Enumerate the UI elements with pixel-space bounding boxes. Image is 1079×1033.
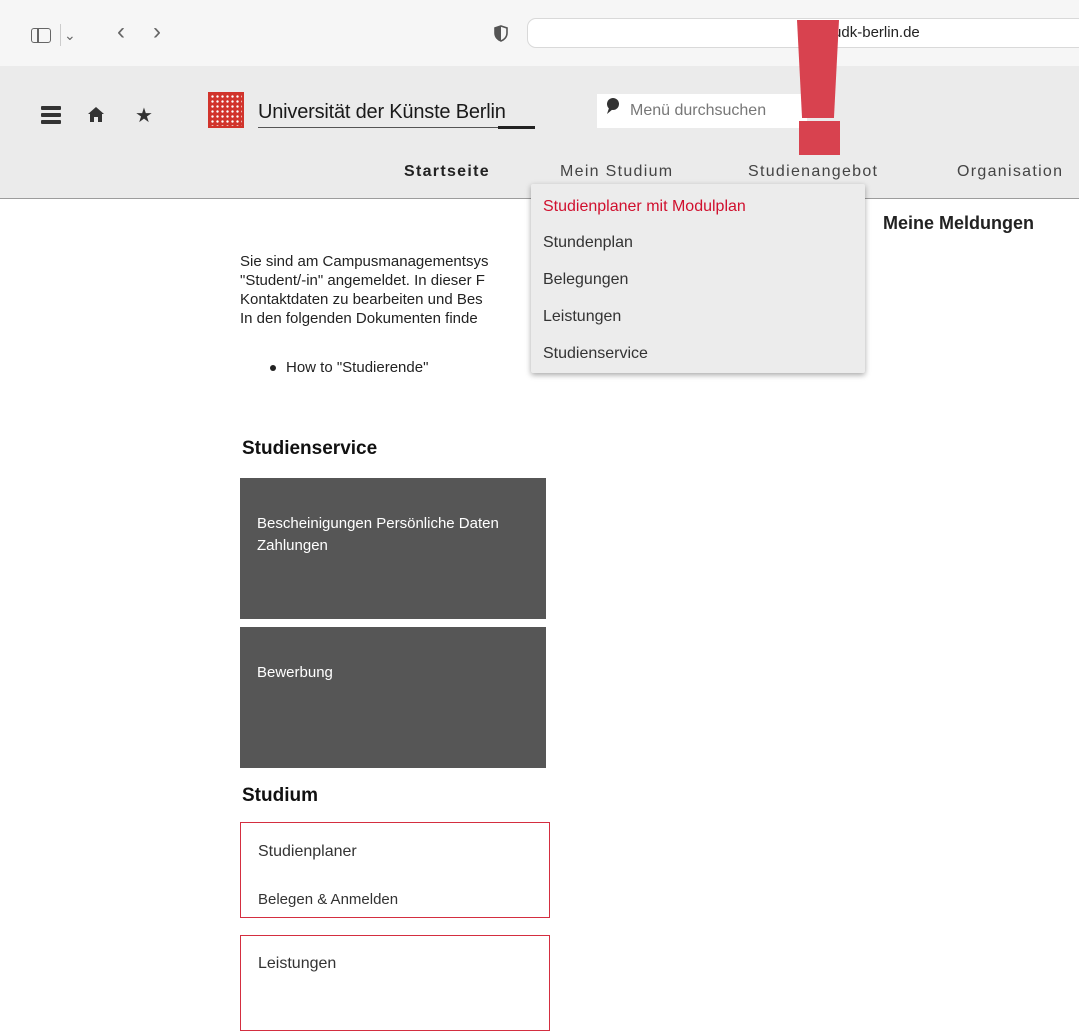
nav-studienangebot[interactable]: Studienangebot bbox=[748, 163, 878, 181]
search-icon bbox=[605, 97, 621, 120]
tile-bewerbung[interactable]: Bewerbung bbox=[240, 627, 546, 768]
home-icon[interactable] bbox=[87, 106, 105, 128]
sidebar-icon[interactable] bbox=[31, 28, 51, 43]
how-to-link[interactable]: How to "Studierende" bbox=[286, 359, 428, 376]
studium-heading: Studium bbox=[242, 785, 318, 806]
star-icon[interactable]: ★ bbox=[135, 103, 153, 128]
intro-line-4: In den folgenden Dokumenten finde bbox=[240, 310, 478, 327]
bullet-dot bbox=[270, 365, 276, 371]
udk-logo-pattern bbox=[210, 94, 242, 126]
site-header bbox=[0, 66, 1079, 199]
tile-leistungen[interactable]: Leistungen bbox=[240, 935, 550, 1031]
tile-studienplaner-sub[interactable]: Belegen & Anmelden bbox=[258, 891, 398, 908]
nav-mein-studium[interactable]: Mein Studium bbox=[560, 163, 673, 181]
messages-heading: Meine Meldungen bbox=[883, 213, 1035, 233]
title-underline-accent bbox=[498, 126, 535, 129]
studienservice-heading: Studienservice bbox=[242, 438, 378, 459]
intro-line-3: Kontaktdaten zu bearbeiten und Bes bbox=[240, 291, 483, 308]
tile-bewerbung-label: Bewerbung bbox=[257, 664, 333, 681]
tile-bescheinigungen-label: Bescheinigungen Persönliche Daten Zahlun… bbox=[257, 515, 499, 554]
exclamation-mark-bar bbox=[797, 20, 839, 118]
shield-icon[interactable] bbox=[494, 25, 508, 42]
intro-line-2: "Student/-in" angemeldet. In dieser F bbox=[240, 272, 485, 289]
intro-line-1: Sie sind am Campusmanagementsys bbox=[240, 253, 489, 270]
exclamation-mark-dot bbox=[799, 121, 840, 155]
menu-item-studienservice[interactable]: Studienservice bbox=[543, 345, 648, 363]
tile-studienplaner[interactable]: Studienplaner Belegen & Anmelden bbox=[240, 822, 550, 918]
menu-item-stundenplan[interactable]: Stundenplan bbox=[543, 234, 633, 252]
forward-icon[interactable]: › bbox=[153, 20, 161, 44]
university-name[interactable]: Universität der Künste Berlin bbox=[258, 101, 506, 124]
menu-icon[interactable] bbox=[41, 106, 61, 124]
tile-leistungen-title: Leistungen bbox=[258, 955, 337, 972]
nav-startseite[interactable]: Startseite bbox=[404, 163, 490, 181]
menu-item-leistungen[interactable]: Leistungen bbox=[543, 308, 621, 326]
title-underline bbox=[258, 127, 535, 128]
separator bbox=[60, 24, 61, 46]
tile-bescheinigungen[interactable]: Bescheinigungen Persönliche Daten Zahlun… bbox=[240, 478, 546, 619]
search-placeholder: Menü durchsuchen bbox=[630, 102, 767, 119]
tile-studienplaner-title: Studienplaner bbox=[258, 843, 357, 860]
chevron-down-icon[interactable]: ⌄ bbox=[64, 25, 76, 45]
nav-organisation[interactable]: Organisation bbox=[957, 163, 1063, 181]
menu-item-belegungen[interactable]: Belegungen bbox=[543, 271, 628, 289]
back-icon[interactable]: ‹ bbox=[117, 20, 125, 44]
menu-item-studienplaner-modulplan[interactable]: Studienplaner mit Modulplan bbox=[543, 198, 746, 216]
